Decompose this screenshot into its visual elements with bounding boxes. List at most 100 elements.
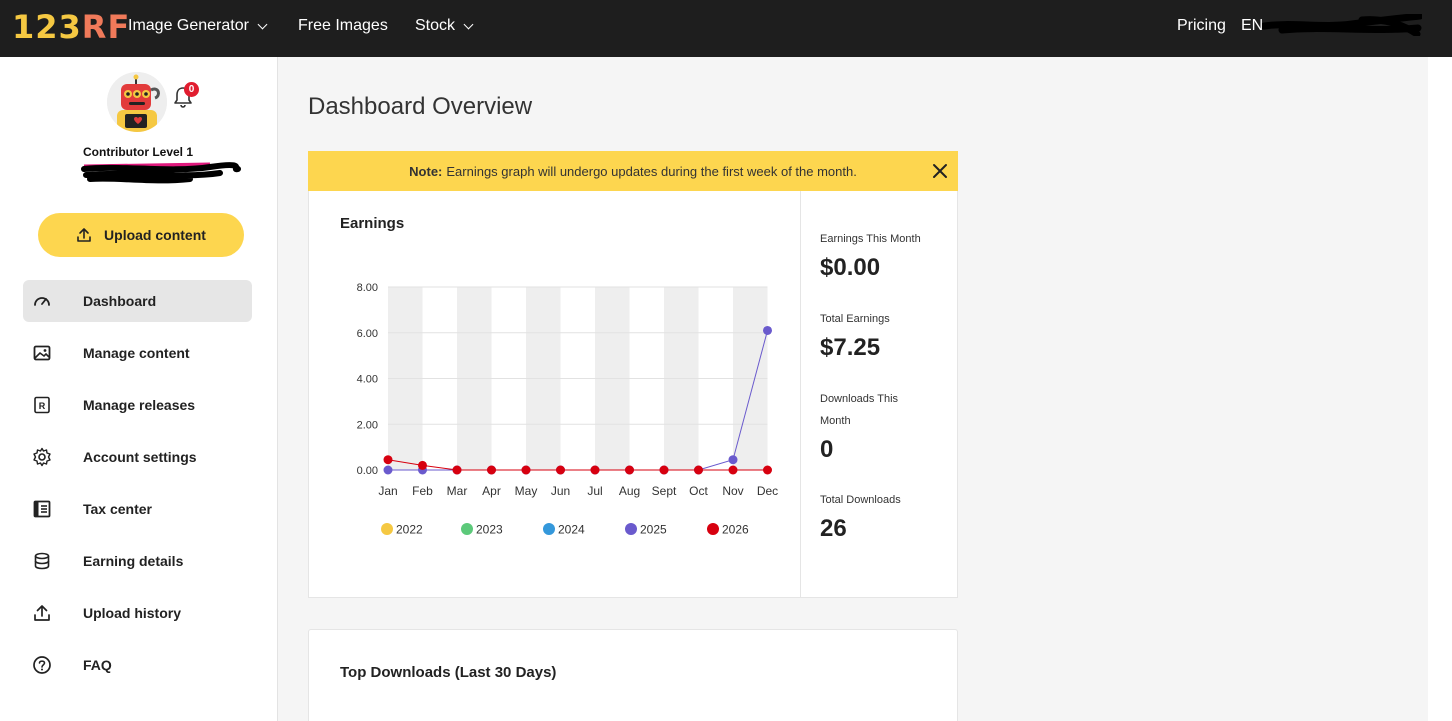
chart-y-tick-label: 6.00: [357, 328, 378, 340]
legend-label-2024: 2024: [558, 523, 585, 537]
legend-label-2025: 2025: [640, 523, 667, 537]
sidebar-item-label: Manage content: [83, 345, 190, 361]
chart-x-tick-label: Dec: [757, 484, 778, 498]
upload-content-label: Upload content: [104, 227, 206, 243]
earnings-card: Earnings 0.00 2.00 4.00 6.00 8.00 Jan Feb Mar Ap…: [308, 191, 958, 598]
stat-earnings-this-month-label: Earnings This Month: [820, 233, 921, 245]
chart-point-2026: [418, 460, 427, 470]
avatar[interactable]: [107, 72, 167, 132]
chart-x-tick-label: Aug: [619, 484, 640, 498]
language-label: EN: [1241, 17, 1264, 34]
nav-image-generator[interactable]: Image Generator: [128, 17, 268, 35]
chart-point-2025: [763, 325, 772, 335]
chart-x-tick-label: Mar: [447, 484, 468, 498]
chart-x-tick-label: Jun: [551, 484, 570, 498]
release-icon: R: [32, 395, 52, 415]
legend-marker-2022: [381, 523, 393, 535]
help-icon: [32, 655, 52, 675]
legend-marker-2025: [625, 523, 637, 535]
legend-label-2026: 2026: [722, 523, 749, 537]
top-downloads-card: Top Downloads (Last 30 Days): [308, 629, 958, 721]
chart-point-2026: [625, 465, 634, 475]
chart-y-tick-label: 2.00: [357, 419, 378, 431]
chart-series-line-2025: [388, 330, 768, 471]
sidebar-item-account-settings[interactable]: Account settings: [23, 436, 252, 478]
sidebar-item-label: FAQ: [83, 657, 112, 673]
upload-content-button[interactable]: Upload content: [38, 213, 244, 257]
chart-point-2026: [452, 465, 462, 475]
gear-icon: [32, 447, 52, 467]
top-navigation-bar: 123RF Image Generator Free Images Stock …: [0, 0, 1452, 57]
notice-text: Earnings graph will undergo updates duri…: [446, 163, 857, 179]
redacted-user-name: [81, 162, 241, 184]
top-downloads-title: Top Downloads (Last 30 Days): [340, 664, 557, 681]
chart-point-2026: [763, 465, 772, 475]
sidebar-item-label: Manage releases: [83, 397, 196, 413]
nav-pricing-label: Pricing: [1177, 17, 1226, 34]
sidebar-item-manage-releases[interactable]: R Manage releases: [23, 384, 252, 426]
sidebar-item-label: Dashboard: [83, 293, 157, 309]
ledger-icon: [32, 499, 52, 519]
sidebar-item-manage-content[interactable]: Manage content: [23, 332, 252, 374]
svg-text:R: R: [39, 401, 46, 411]
stat-total-downloads-value: 26: [820, 515, 847, 542]
sidebar-item-faq[interactable]: FAQ: [23, 644, 252, 686]
sidebar-item-upload-history[interactable]: Upload history: [23, 592, 252, 634]
nav-stock-label: Stock: [415, 17, 456, 34]
stat-total-earnings-label: Total Earnings: [820, 313, 890, 325]
nav-free-images-label: Free Images: [298, 17, 388, 34]
nav-free-images[interactable]: Free Images: [298, 17, 388, 35]
stat-total-earnings-value: $7.25: [820, 334, 881, 361]
sidebar-item-label: Upload history: [83, 605, 182, 621]
legend-marker-2024: [543, 523, 555, 535]
chart-x-tick-label: May: [515, 484, 538, 498]
chart-point-2026: [383, 455, 393, 465]
stat-downloads-this-month-label: Downloads This Month: [820, 393, 899, 427]
chart-point-2026: [556, 465, 565, 475]
chart-y-tick-label: 4.00: [357, 374, 378, 386]
legend-label-2023: 2023: [476, 523, 503, 537]
notice-banner: Note: Earnings graph will undergo update…: [308, 151, 958, 191]
chart-x-tick-label: Jan: [378, 484, 397, 498]
chart-x-tick-label: Feb: [412, 484, 433, 498]
chart-x-tick-label: Sept: [652, 484, 677, 498]
sidebar-item-label: Account settings: [83, 449, 197, 465]
logo-text-primary: 123: [12, 8, 82, 46]
chart-point-2026: [728, 465, 738, 475]
notice-label: Note:: [409, 163, 443, 179]
nav-stock[interactable]: Stock: [415, 17, 474, 35]
contributor-level: Contributor Level 1: [83, 145, 194, 159]
earnings-chart: 0.00 2.00 4.00 6.00 8.00 Jan Feb Mar Apr May Jun Ju…: [357, 282, 779, 537]
sidebar-item-label: Earning details: [83, 553, 184, 569]
legend-label-2022: 2022: [396, 523, 423, 537]
coins-icon: [32, 551, 52, 571]
chart-series-line-2026: [387, 459, 768, 471]
page-title: Dashboard Overview: [308, 93, 533, 120]
upload-icon: [77, 228, 91, 242]
sidebar: 0 Contributor Level 1 Upload content Das…: [0, 57, 278, 721]
chart-point-2026: [487, 465, 496, 475]
chevron-down-icon: [257, 19, 268, 29]
sidebar-item-tax-center[interactable]: Tax center: [23, 488, 252, 530]
chart-point-2025: [728, 455, 738, 465]
logo[interactable]: 123RF: [12, 8, 130, 46]
sidebar-item-earning-details[interactable]: Earning details: [23, 540, 252, 582]
nav-pricing[interactable]: Pricing: [1177, 17, 1226, 35]
stat-downloads-this-month-value: 0: [820, 436, 834, 463]
sidebar-item-label: Tax center: [83, 501, 152, 517]
chart-point-2026: [590, 465, 600, 475]
logo-text-accent: RF: [81, 8, 131, 46]
redacted-username[interactable]: [1262, 14, 1422, 36]
nav-image-generator-label: Image Generator: [128, 17, 249, 34]
chevron-down-icon: [463, 19, 474, 29]
chart-x-tick-label: Oct: [689, 484, 708, 498]
chart-x-tick-label: Apr: [482, 484, 501, 498]
close-icon[interactable]: [932, 163, 948, 179]
image-icon: [32, 343, 52, 363]
legend-marker-2026: [707, 523, 719, 535]
chart-y-tick-label: 0.00: [357, 465, 378, 477]
gauge-icon: [32, 291, 52, 311]
sidebar-item-dashboard[interactable]: Dashboard: [23, 280, 252, 322]
robot-avatar-icon: [107, 72, 167, 132]
chart-point-2025: [383, 465, 393, 475]
